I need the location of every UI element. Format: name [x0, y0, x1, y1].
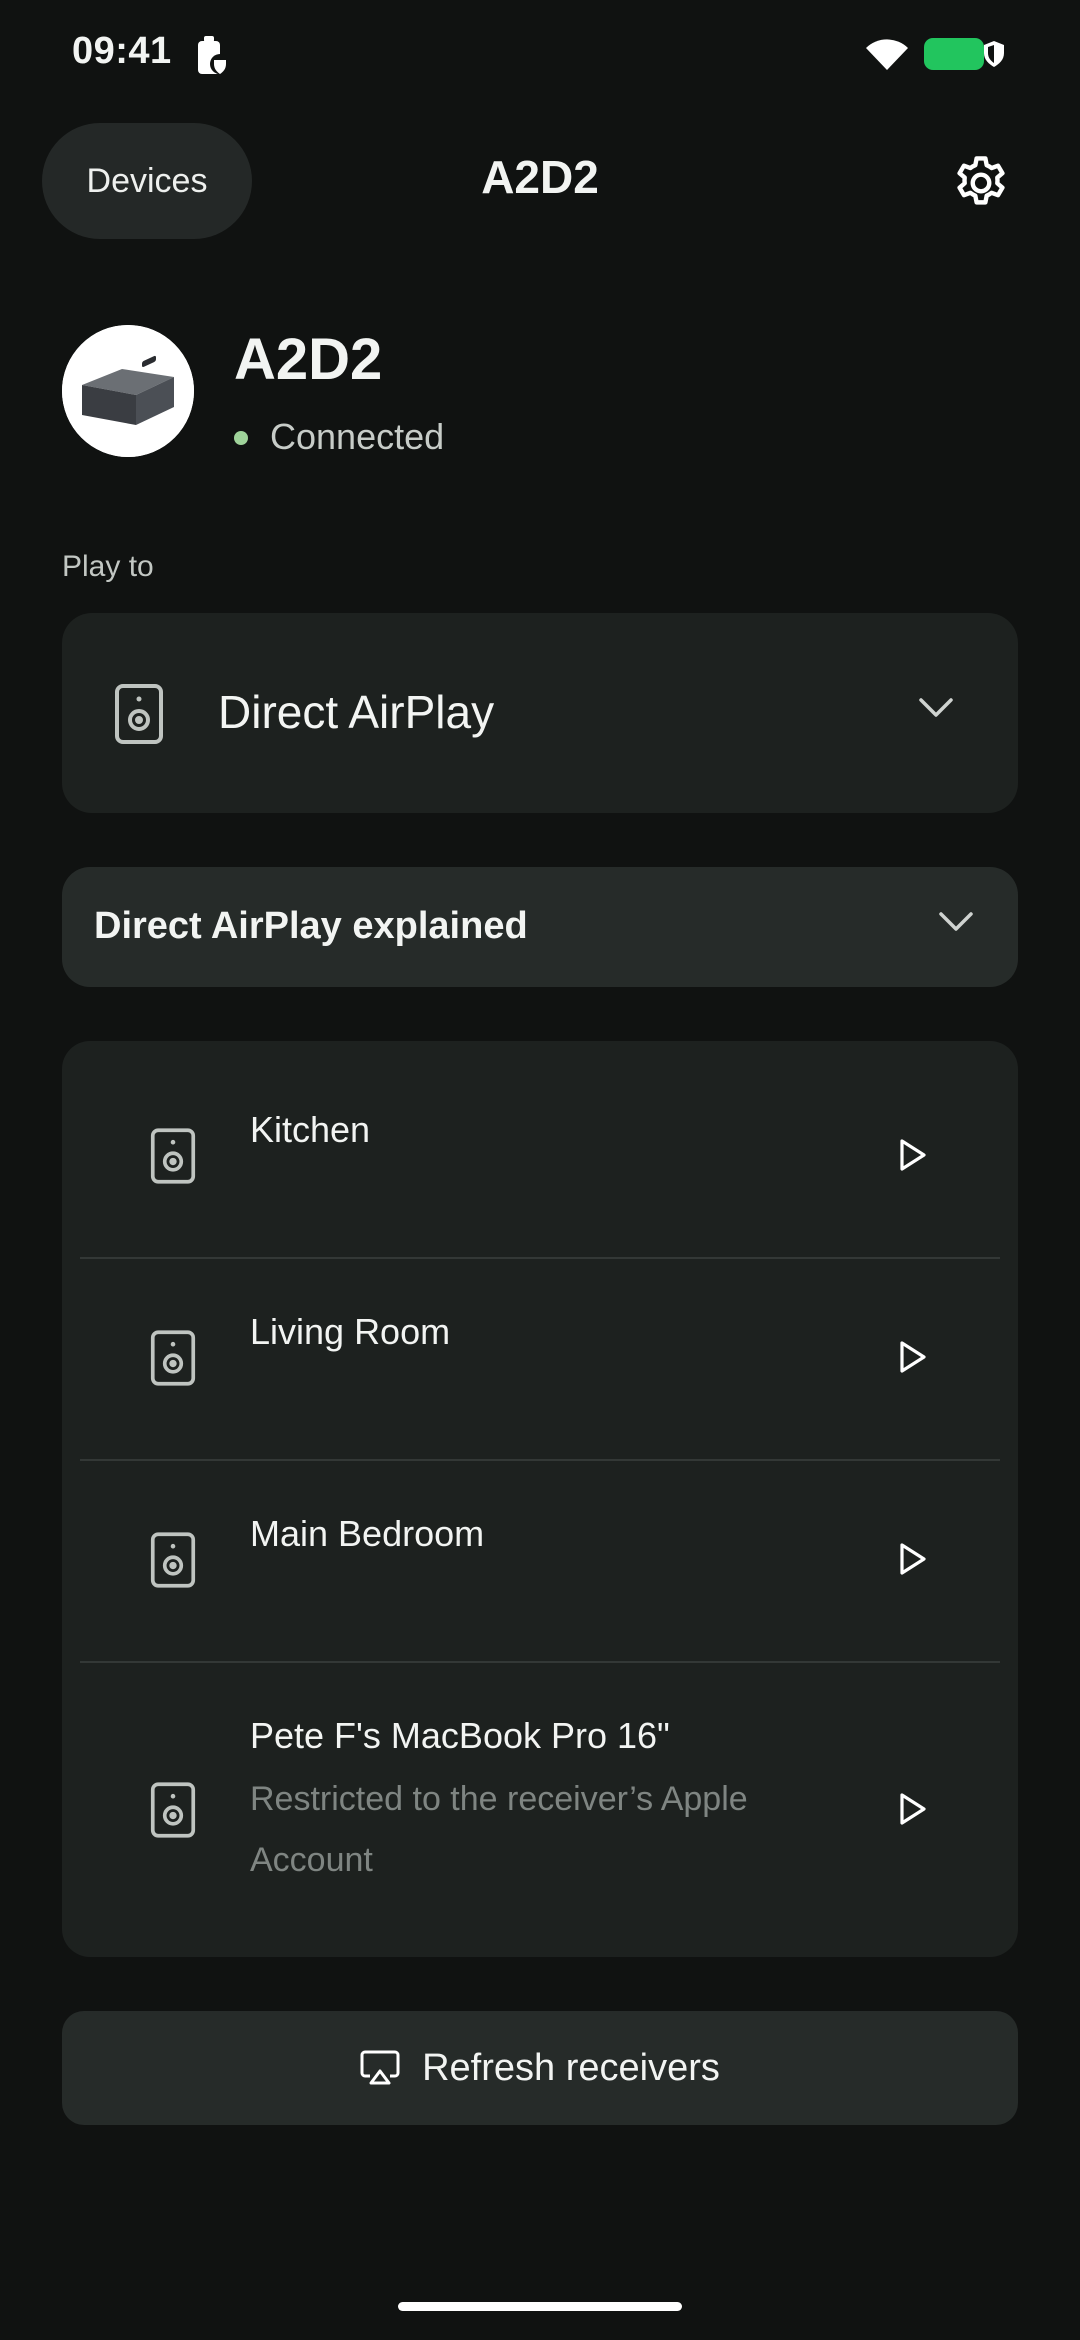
device-avatar [62, 325, 194, 457]
battery-saver-icon [198, 36, 230, 74]
gear-icon[interactable] [950, 152, 1012, 214]
screen: 09:41 Devices A2D2 A2D2 Connected Play t… [0, 0, 1080, 2340]
receiver-restriction-note: Restricted to the receiver’s Apple Accou… [250, 1780, 748, 1879]
chevron-down-icon [919, 698, 953, 717]
speaker-icon [150, 1782, 196, 1838]
refresh-receivers-label: Refresh receivers [422, 2046, 720, 2089]
device-name: A2D2 [234, 327, 383, 392]
receiver-row[interactable]: Main Bedroom [62, 1461, 1018, 1661]
play-icon[interactable] [882, 1529, 942, 1589]
speaker-icon [115, 684, 163, 744]
device-product-image [62, 325, 194, 457]
receiver-row[interactable]: Living Room [62, 1259, 1018, 1459]
play-icon[interactable] [882, 1779, 942, 1839]
shield-icon [984, 41, 1004, 67]
speaker-icon [150, 1532, 196, 1588]
battery-icon [924, 38, 984, 70]
status-time: 09:41 [72, 30, 172, 72]
airplay-icon [360, 2050, 400, 2085]
receiver-name: Main Bedroom [250, 1513, 485, 1554]
home-indicator[interactable] [398, 2302, 682, 2311]
refresh-receivers-button[interactable]: Refresh receivers [62, 2011, 1018, 2125]
receiver-name: Pete F's MacBook Pro 16" [250, 1715, 670, 1756]
chevron-down-icon [939, 912, 973, 931]
receiver-row[interactable]: Kitchen [62, 1041, 1018, 1258]
connection-status-dot [234, 431, 248, 445]
play-to-selected-value: Direct AirPlay [218, 686, 495, 738]
wifi-icon [866, 39, 908, 70]
receiver-name: Living Room [250, 1311, 451, 1352]
play-to-select[interactable]: Direct AirPlay [62, 613, 1018, 813]
devices-back-button[interactable]: Devices [42, 123, 252, 239]
accordion-title: Direct AirPlay explained [94, 905, 528, 947]
connection-status: Connected [270, 416, 445, 457]
play-icon[interactable] [882, 1327, 942, 1387]
direct-airplay-explained-accordion[interactable]: Direct AirPlay explained [62, 867, 1018, 987]
speaker-icon [150, 1330, 196, 1386]
play-icon[interactable] [882, 1125, 942, 1185]
status-bar: 09:41 [0, 0, 1080, 110]
speaker-icon [150, 1128, 196, 1184]
receiver-name: Kitchen [250, 1109, 371, 1150]
play-to-label: Play to [62, 550, 154, 583]
devices-back-label: Devices [86, 161, 208, 200]
receivers-list: Kitchen Living Room Main Bedroom Pete F'… [62, 1041, 1018, 1957]
receiver-row[interactable]: Pete F's MacBook Pro 16" Restricted to t… [62, 1663, 1018, 1957]
